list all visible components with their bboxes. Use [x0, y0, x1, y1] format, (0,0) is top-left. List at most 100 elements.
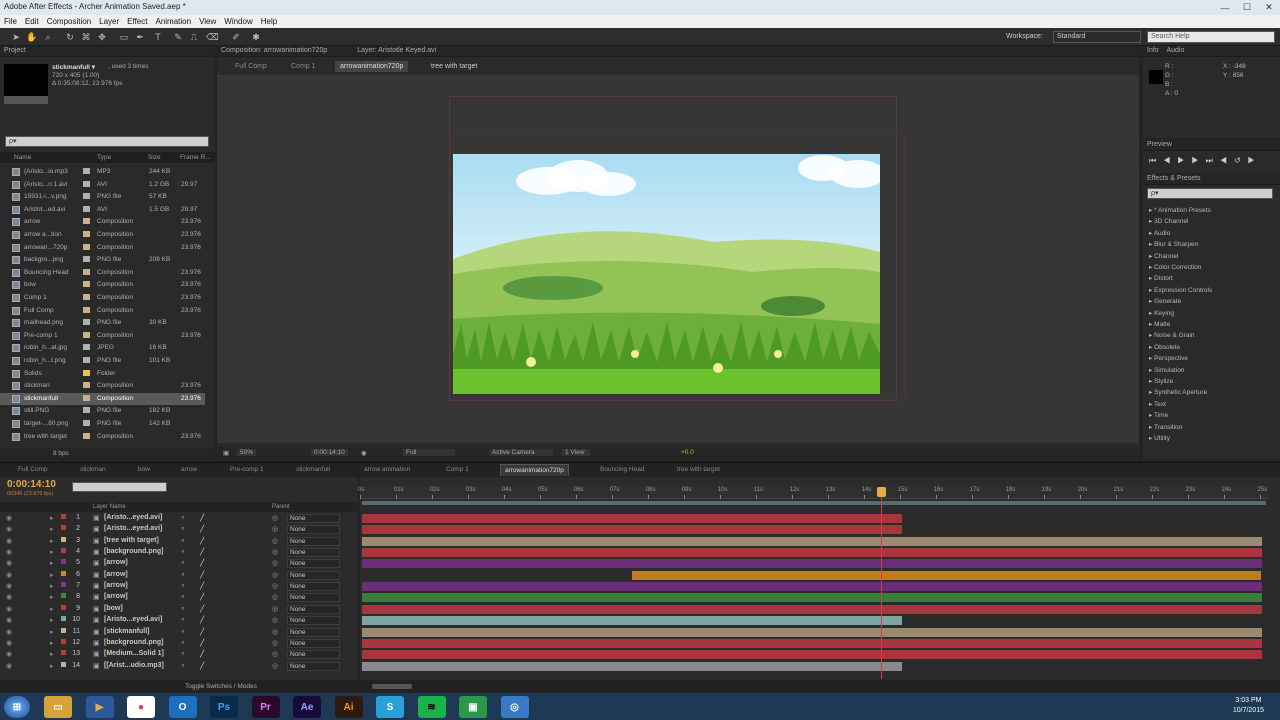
taskbar-s-icon[interactable]: S [376, 696, 404, 718]
parent-pickwhip-icon[interactable]: ◎ [272, 571, 278, 579]
timeline-tab[interactable]: arrow [181, 466, 197, 473]
crumb-full-comp[interactable]: Full Comp [235, 63, 267, 70]
layer-name[interactable]: [arrow] [104, 582, 128, 589]
preview-tab[interactable]: Preview [1143, 140, 1280, 151]
layer-row[interactable]: ◉ ▸ 10 ▣ [Aristo...eyed.avi] ⚬ ╱ ◎ None [0, 615, 358, 626]
label-color-chip[interactable] [61, 514, 66, 519]
parent-select[interactable]: None [287, 548, 340, 558]
effect-category[interactable]: ▸ 3D Channel [1149, 217, 1188, 225]
effect-category[interactable]: ▸ Stylize [1149, 377, 1173, 385]
taskbar-ps-icon[interactable]: Ps [210, 696, 238, 718]
rectangle-tool-icon[interactable]: ▭ [118, 31, 130, 43]
label-color-chip[interactable] [61, 604, 66, 610]
effect-category[interactable]: ▸ Synthetic Aperture [1149, 388, 1207, 396]
label-color-chip[interactable] [83, 407, 90, 414]
visibility-eye-icon[interactable]: ◉ [6, 628, 12, 636]
layer-name[interactable]: [tree with target] [104, 537, 159, 544]
expand-triangle-icon[interactable]: ▸ [50, 628, 54, 636]
layer-name[interactable]: [background.png] [104, 548, 164, 555]
visibility-eye-icon[interactable]: ◉ [6, 548, 12, 556]
switch-quality-icon[interactable]: ╱ [200, 650, 204, 658]
taskbar-spotify-icon[interactable]: ≋ [417, 696, 446, 718]
parent-pickwhip-icon[interactable]: ◎ [272, 628, 278, 636]
layer-duration-bar[interactable] [362, 616, 902, 626]
project-item[interactable]: tree with target Composition 23.976 [0, 431, 205, 444]
visibility-eye-icon[interactable]: ◉ [6, 559, 12, 567]
switch-quality-icon[interactable]: ╱ [200, 548, 204, 556]
effect-category[interactable]: ▸ Matte [1149, 320, 1170, 328]
clone-stamp-tool-icon[interactable]: ⎍ [188, 31, 200, 43]
camera-tool-icon[interactable]: ⌘ [80, 31, 92, 43]
visibility-eye-icon[interactable]: ◉ [6, 593, 12, 601]
switch-quality-icon[interactable]: ╱ [200, 525, 204, 533]
composition-canvas[interactable] [453, 154, 880, 394]
layer-name[interactable]: [arrow] [104, 559, 128, 566]
label-color-chip[interactable] [61, 582, 66, 588]
project-item[interactable]: robin_h...t.png PNG file 101 KB [0, 355, 205, 368]
visibility-eye-icon[interactable]: ◉ [6, 537, 12, 545]
parent-pickwhip-icon[interactable]: ◎ [272, 639, 278, 647]
expand-triangle-icon[interactable]: ▸ [50, 559, 54, 567]
parent-pickwhip-icon[interactable]: ◎ [272, 582, 278, 590]
label-color-chip[interactable] [83, 382, 90, 389]
prev-frame-icon[interactable]: ◀ [1163, 156, 1177, 165]
rotate-tool-icon[interactable]: ↻ [64, 31, 76, 43]
label-color-chip[interactable] [61, 627, 66, 633]
project-item[interactable]: (Aristo...n 1.avi AVI 1.2 GB 29.97 [0, 179, 205, 192]
col-size[interactable]: Size [148, 154, 161, 161]
parent-select[interactable]: None [287, 525, 340, 535]
label-color-chip[interactable] [83, 432, 90, 439]
layer-duration-bar[interactable] [362, 661, 902, 671]
ram-preview-icon[interactable]: ▶ [1248, 156, 1262, 165]
parent-pickwhip-icon[interactable]: ◎ [272, 514, 278, 522]
layer-name[interactable]: [bow] [104, 605, 123, 612]
first-frame-icon[interactable]: ⏮ [1149, 156, 1163, 165]
layer-name[interactable]: [arrow] [104, 571, 128, 578]
switch-quality-icon[interactable]: ╱ [200, 582, 204, 590]
layer-duration-bar[interactable] [362, 525, 902, 535]
menu-view[interactable]: View [195, 15, 220, 28]
label-color-chip[interactable] [83, 306, 90, 313]
taskbar-explorer-icon[interactable]: ▭ [44, 696, 72, 718]
layer-row[interactable]: ◉ ▸ 11 ▣ [stickmanfull] ⚬ ╱ ◎ None [0, 627, 358, 638]
parent-select[interactable]: None [287, 661, 340, 671]
layer-duration-bar[interactable] [631, 570, 1262, 580]
effect-category[interactable]: ▸ Blur & Sharpen [1149, 240, 1198, 248]
resolution-select[interactable]: Full [403, 449, 455, 456]
label-color-chip[interactable] [83, 369, 90, 376]
menu-effect[interactable]: Effect [123, 15, 151, 28]
effect-category[interactable]: ▸ * Animation Presets [1149, 206, 1211, 214]
switch-shy-icon[interactable]: ⚬ [180, 537, 186, 545]
label-color-chip[interactable] [83, 168, 90, 174]
expand-triangle-icon[interactable]: ▸ [50, 571, 54, 579]
layer-duration-bar[interactable] [362, 536, 1262, 546]
project-item[interactable]: stickman Composition 23.976 [0, 380, 205, 393]
parent-select[interactable]: None [287, 536, 340, 546]
current-time-indicator[interactable] [880, 487, 882, 679]
col-type[interactable]: Type [97, 154, 111, 161]
parent-select[interactable]: None [287, 570, 340, 580]
taskbar-app-icon[interactable]: ▣ [459, 696, 487, 718]
project-item[interactable]: target-...80.png PNG file 142 KB [0, 418, 205, 431]
expand-triangle-icon[interactable]: ▸ [50, 605, 54, 613]
layer-name[interactable]: [stickmanfull] [104, 628, 150, 635]
effect-category[interactable]: ▸ Noise & Grain [1149, 331, 1195, 339]
selection-tool-icon[interactable]: ➤ [10, 31, 22, 43]
label-color-chip[interactable] [83, 319, 90, 326]
audio-icon[interactable]: ◀ [1220, 156, 1234, 165]
switch-shy-icon[interactable]: ⚬ [180, 628, 186, 636]
parent-select[interactable]: None [287, 514, 340, 523]
layer-duration-bar[interactable] [362, 638, 1262, 648]
layer-row[interactable]: ◉ ▸ 8 ▣ [arrow] ⚬ ╱ ◎ None [0, 592, 358, 603]
switch-quality-icon[interactable]: ╱ [200, 514, 204, 522]
parent-select[interactable]: None [287, 616, 340, 626]
work-area-bar[interactable] [362, 501, 1266, 505]
visibility-eye-icon[interactable]: ◉ [6, 639, 12, 647]
label-color-chip[interactable] [61, 559, 66, 565]
switch-shy-icon[interactable]: ⚬ [180, 525, 186, 533]
menu-window[interactable]: Window [220, 15, 256, 28]
timeline-tab[interactable]: arrow animation [364, 466, 410, 473]
visibility-eye-icon[interactable]: ◉ [6, 662, 12, 670]
effect-category[interactable]: ▸ Distort [1149, 274, 1173, 282]
label-color-chip[interactable] [83, 180, 90, 187]
